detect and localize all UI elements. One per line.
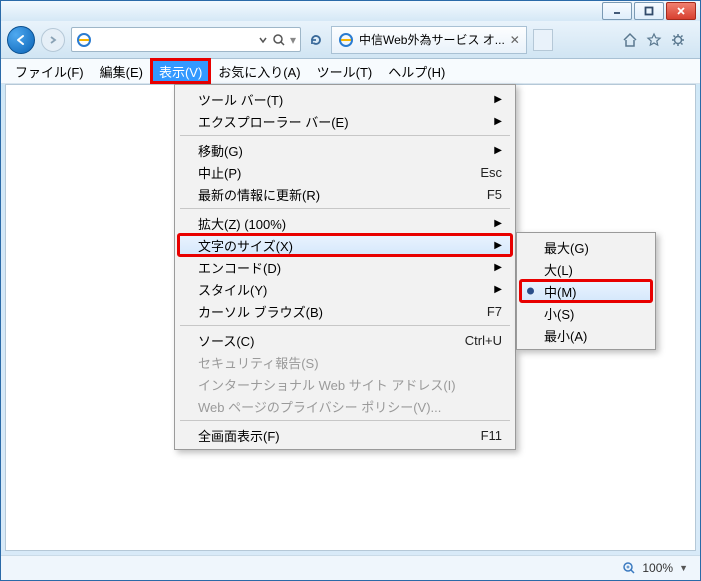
toolbar-right [622, 32, 694, 48]
submenu-arrow-icon: ▶ [494, 262, 502, 273]
favorites-icon[interactable] [646, 32, 662, 48]
menu-help[interactable]: ヘルプ(H) [380, 59, 453, 83]
menu-separator [180, 208, 510, 209]
menu-tools[interactable]: ツール(T) [309, 59, 381, 83]
zoom-dropdown-icon[interactable]: ▼ [679, 563, 688, 573]
menu-item-zoom[interactable]: 拡大(Z) (100%)▶ [178, 212, 512, 234]
ie-logo-icon [338, 32, 354, 48]
radio-checked-icon [527, 288, 534, 295]
zoom-level[interactable]: 100% [642, 561, 673, 575]
submenu-arrow-icon: ▶ [494, 240, 502, 251]
menu-separator [180, 135, 510, 136]
menu-item-security-report: セキュリティ報告(S) [178, 351, 512, 373]
refresh-button[interactable] [307, 31, 325, 49]
ie-logo-icon [76, 32, 92, 48]
url-dropdown-icon[interactable] [258, 35, 268, 45]
menu-item-caret-browse[interactable]: カーソル ブラウズ(B)F7 [178, 300, 512, 322]
menubar: ファイル(F) 編集(E) 表示(V) お気に入り(A) ツール(T) ヘルプ(… [1, 59, 700, 84]
menu-edit[interactable]: 編集(E) [92, 59, 151, 83]
menu-item-style[interactable]: スタイル(Y)▶ [178, 278, 512, 300]
view-menu-dropdown: ツール バー(T)▶ エクスプローラー バー(E)▶ 移動(G)▶ 中止(P)E… [174, 84, 516, 450]
text-size-submenu: 最大(G) 大(L) 中(M) 小(S) 最小(A) [516, 232, 656, 350]
text-size-largest[interactable]: 最大(G) [520, 236, 652, 258]
text-size-smallest[interactable]: 最小(A) [520, 324, 652, 346]
submenu-arrow-icon: ▶ [494, 145, 502, 156]
menu-separator [180, 420, 510, 421]
submenu-arrow-icon: ▶ [494, 94, 502, 105]
minimize-button[interactable] [602, 2, 632, 20]
menu-item-text-size[interactable]: 文字のサイズ(X)▶ [178, 234, 512, 256]
menu-item-fullscreen[interactable]: 全画面表示(F)F11 [178, 424, 512, 446]
submenu-arrow-icon: ▶ [494, 218, 502, 229]
menu-favorites[interactable]: お気に入り(A) [210, 59, 308, 83]
menu-item-toolbars[interactable]: ツール バー(T)▶ [178, 88, 512, 110]
menu-view[interactable]: 表示(V) [151, 59, 210, 83]
menu-item-explorer-bars[interactable]: エクスプローラー バー(E)▶ [178, 110, 512, 132]
menu-file[interactable]: ファイル(F) [7, 59, 92, 83]
browser-tab[interactable]: 中信Web外為サービス オ... ✕ [331, 26, 527, 54]
text-size-small[interactable]: 小(S) [520, 302, 652, 324]
window-titlebar [1, 1, 700, 21]
submenu-arrow-icon: ▶ [494, 116, 502, 127]
tools-icon[interactable] [670, 32, 686, 48]
text-size-large[interactable]: 大(L) [520, 258, 652, 280]
menu-item-goto[interactable]: 移動(G)▶ [178, 139, 512, 161]
close-button[interactable] [666, 2, 696, 20]
search-dropdown-icon[interactable]: ▾ [290, 33, 296, 47]
menu-item-intl-address: インターナショナル Web サイト アドレス(I) [178, 373, 512, 395]
home-icon[interactable] [622, 32, 638, 48]
menu-separator [180, 325, 510, 326]
address-bar: ▾ 中信Web外為サービス オ... ✕ [1, 21, 700, 59]
forward-button[interactable] [41, 28, 65, 52]
status-bar: 100% ▼ [1, 555, 700, 580]
menu-item-encoding[interactable]: エンコード(D)▶ [178, 256, 512, 278]
back-button[interactable] [7, 26, 35, 54]
new-tab-button[interactable] [533, 29, 553, 51]
search-icon[interactable] [272, 33, 286, 47]
text-size-medium[interactable]: 中(M) [520, 280, 652, 302]
menu-item-refresh[interactable]: 最新の情報に更新(R)F5 [178, 183, 512, 205]
menu-item-source[interactable]: ソース(C)Ctrl+U [178, 329, 512, 351]
submenu-arrow-icon: ▶ [494, 284, 502, 295]
tab-title: 中信Web外為サービス オ... [359, 31, 505, 48]
url-field[interactable]: ▾ [71, 27, 301, 52]
menu-item-privacy-policy: Web ページのプライバシー ポリシー(V)... [178, 395, 512, 417]
tab-close-icon[interactable]: ✕ [510, 33, 520, 47]
zoom-icon[interactable] [622, 561, 636, 575]
menu-item-stop[interactable]: 中止(P)Esc [178, 161, 512, 183]
maximize-button[interactable] [634, 2, 664, 20]
